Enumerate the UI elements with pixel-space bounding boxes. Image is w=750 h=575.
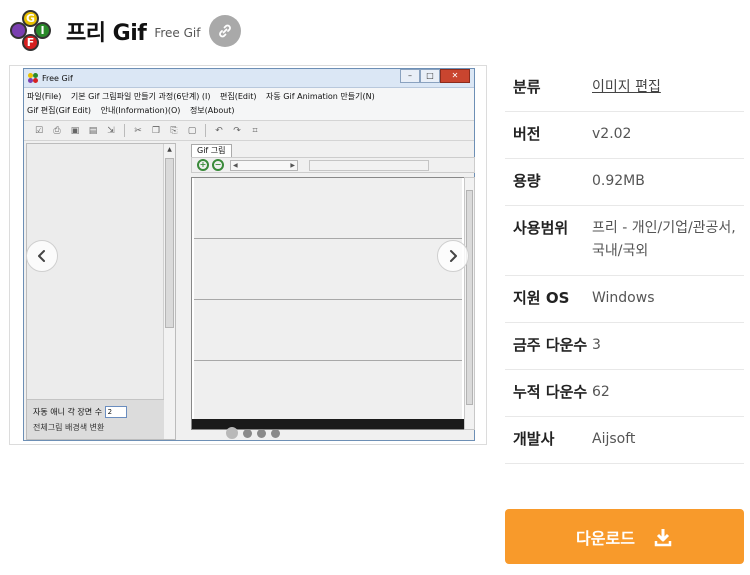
- auto-anim-settings: 자동 애니 각 장면 수 2 전체그림 배경색 변환: [27, 399, 164, 439]
- app-subtitle: Free Gif: [154, 26, 201, 40]
- screenshot-carousel[interactable]: Free Gif – □ ✕ 파일(File) 기본 Gif 그림파일 만들기 …: [9, 65, 487, 445]
- window-menubar: 파일(File) 기본 Gif 그림파일 만들기 과정(6단계) (I) 편집(…: [24, 88, 474, 121]
- window-app-icon: [28, 73, 38, 83]
- frame-cell: [194, 300, 462, 361]
- info-key: 지원 OS: [513, 289, 570, 307]
- menu-item: 편집(Edit): [220, 92, 257, 101]
- new-icon: ▢: [187, 125, 197, 136]
- carousel-dot[interactable]: [243, 428, 252, 438]
- info-key: 분류: [513, 78, 541, 96]
- info-key: 사용범위: [513, 219, 569, 237]
- menu-item: 파일(File): [27, 92, 62, 101]
- info-row: 용량 0.92MB: [505, 159, 744, 206]
- app-header: G I F 프리 Gif Free Gif: [10, 10, 242, 52]
- maximize-icon: □: [420, 69, 440, 83]
- frame-cell: [194, 178, 462, 239]
- scene-count-stepper: 2: [104, 406, 127, 418]
- undo-icon: ↶: [215, 125, 223, 136]
- save-icon: ▣: [70, 125, 80, 136]
- window-title: Free Gif: [42, 73, 73, 83]
- info-row: 금주 다운수 3: [505, 323, 744, 370]
- menu-item: 기본 Gif 그림파일 만들기 과정(6단계) (I): [70, 92, 211, 101]
- chevron-left-icon: [38, 250, 45, 262]
- zoom-in-icon: +: [197, 159, 209, 171]
- info-value: 3: [592, 337, 601, 353]
- chevron-right-icon: [450, 250, 457, 262]
- menu-item: 자동 Gif Animation 만들기(N): [266, 92, 375, 101]
- info-row: 개발사 Aijsoft: [505, 417, 744, 464]
- carousel-next-button[interactable]: [437, 240, 469, 272]
- carousel-dot[interactable]: [257, 428, 266, 438]
- right-scrollbar: [464, 177, 475, 430]
- info-row: 버전 v2.02: [505, 112, 744, 159]
- frame-cell: [194, 239, 462, 300]
- frame-canvas: [191, 177, 466, 430]
- category-link[interactable]: 이미지 편집: [592, 76, 744, 99]
- zoom-out-icon: −: [212, 159, 224, 171]
- scene-count-label: 자동 애니 각 장면 수: [33, 407, 103, 417]
- save-all-icon: ▤: [88, 125, 98, 136]
- info-row: 분류 이미지 편집: [505, 65, 744, 112]
- window-titlebar: Free Gif – □ ✕: [24, 69, 474, 88]
- app-window-screenshot: Free Gif – □ ✕ 파일(File) 기본 Gif 그림파일 만들기 …: [23, 68, 475, 441]
- print-icon: ⎙: [53, 125, 61, 136]
- info-value: 62: [592, 384, 610, 400]
- menu-item: 안내(Information)(O): [100, 106, 181, 115]
- close-icon: ✕: [440, 69, 470, 83]
- export-icon: ⇲: [107, 125, 115, 136]
- carousel-prev-button[interactable]: [26, 240, 58, 272]
- check-icon: ☑: [34, 125, 44, 136]
- download-icon: [654, 528, 672, 546]
- frames-list-pane: ▲ 자동 애니 각 장면 수 2 전체그림 배경색 변환: [26, 143, 176, 440]
- paste-icon: ⎘: [170, 125, 178, 136]
- info-row: 누적 다운수 62: [505, 370, 744, 417]
- info-value: Windows: [592, 290, 655, 306]
- menu-item: Gif 편집(Gif Edit): [27, 106, 92, 115]
- crop-icon: ⌗: [252, 125, 258, 136]
- tab-gif-image: Gif 그림: [191, 144, 232, 157]
- info-value: v2.02: [592, 126, 632, 142]
- info-key: 용량: [513, 172, 541, 190]
- app-logo: G I F: [10, 10, 52, 52]
- download-button[interactable]: 다운로드: [505, 509, 744, 564]
- carousel-dots: [226, 427, 280, 439]
- link-icon: [219, 24, 232, 38]
- gif-image-pane: Gif 그림 + − ◀ ▶: [191, 143, 475, 440]
- app-info-table: 분류 이미지 편집버전 v2.02 용량 0.92MB 사용범위 프리 - 개인/기업/관공…: [505, 65, 744, 464]
- bg-convert-label: 전체그림 배경색 변환: [33, 423, 105, 432]
- frame-cell: [194, 361, 462, 422]
- app-title: 프리 Gif: [66, 21, 147, 46]
- info-row: 사용범위 프리 - 개인/기업/관공서, 국내/국외: [505, 206, 744, 276]
- info-value: Aijsoft: [592, 431, 636, 447]
- window-toolbar: ☑ ⎙ ▣ ▤ ⇲ ✂ ❐ ⎘ ▢ ↶ ↷ ⌗: [24, 121, 474, 141]
- zoom-toolbar: + − ◀ ▶: [191, 157, 475, 173]
- info-key: 누적 다운수: [513, 383, 588, 401]
- minimize-icon: –: [400, 69, 420, 83]
- info-value: 0.92MB: [592, 173, 645, 189]
- redo-icon: ↷: [233, 125, 241, 136]
- pane-tabs: Gif 그림: [191, 143, 475, 157]
- logo-letter-f: F: [22, 34, 39, 51]
- scroll-up-icon: ▲: [167, 146, 172, 153]
- info-value: 프리 - 개인/기업/관공서, 국내/국외: [592, 220, 736, 259]
- copy-icon: ❐: [151, 125, 161, 136]
- carousel-dot[interactable]: [226, 427, 238, 439]
- zoom-slider: ◀ ▶: [230, 159, 298, 171]
- left-scrollbar: ▲: [163, 144, 175, 439]
- carousel-dot[interactable]: [271, 428, 280, 438]
- menu-item: 정보(About): [189, 106, 235, 115]
- share-link-button[interactable]: [209, 15, 242, 47]
- info-key: 금주 다운수: [513, 336, 588, 354]
- window-controls: – □ ✕: [400, 69, 470, 83]
- download-label: 다운로드: [576, 528, 635, 548]
- info-key: 개발사: [513, 430, 555, 448]
- cut-icon: ✂: [134, 125, 142, 136]
- info-key: 버전: [513, 125, 541, 143]
- info-row: 지원 OS Windows: [505, 276, 744, 323]
